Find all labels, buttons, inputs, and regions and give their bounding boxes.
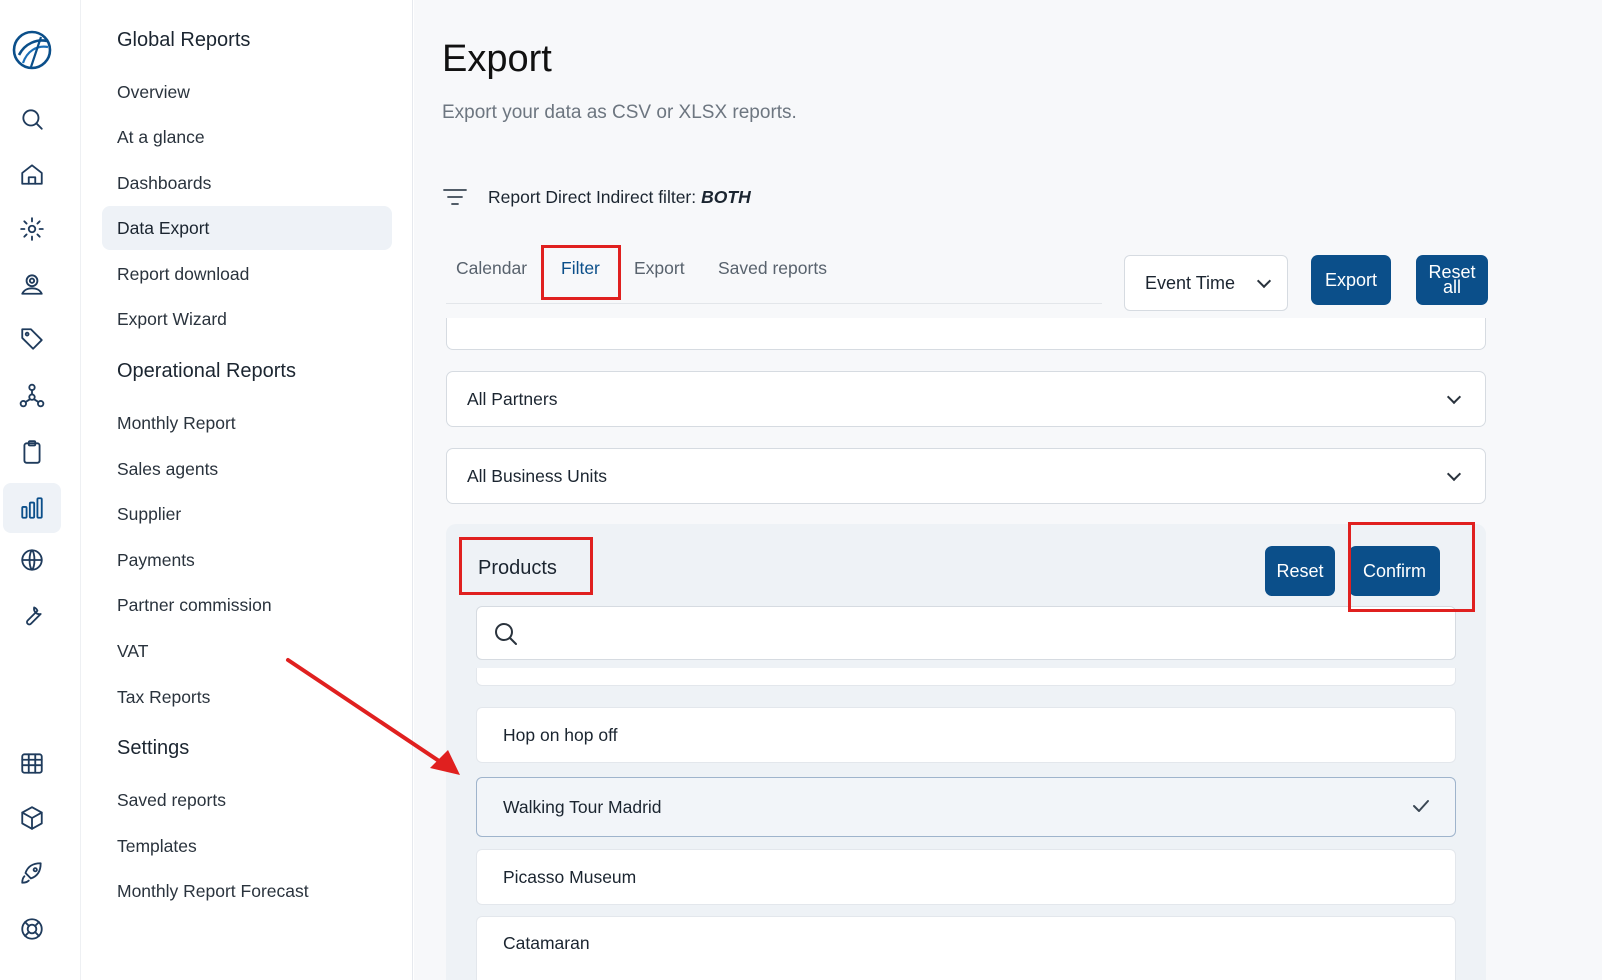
page-subtitle: Export your data as CSV or XLSX reports.	[442, 102, 797, 123]
sidebar-item-data-export[interactable]: Data Export	[102, 206, 392, 250]
logo-icon[interactable]	[11, 29, 53, 71]
export-button[interactable]: Export	[1311, 255, 1391, 305]
sidebar: Global Reports Overview At a glance Dash…	[81, 0, 413, 980]
section-operational-reports: Operational Reports	[117, 360, 296, 382]
lifebuoy-icon[interactable]	[14, 911, 50, 947]
tab-export[interactable]: Export	[634, 258, 685, 279]
app-root: Global Reports Overview At a glance Dash…	[0, 0, 1602, 980]
list-item-label: Walking Tour Madrid	[503, 796, 662, 817]
products-title: Products	[478, 557, 557, 579]
list-item-selected[interactable]: Walking Tour Madrid	[476, 777, 1456, 837]
tab-filter[interactable]: Filter	[561, 258, 600, 279]
list-item-label: Picasso Museum	[503, 866, 637, 887]
sidebar-item-monthly-report-forecast[interactable]: Monthly Report Forecast	[102, 869, 392, 913]
sidebar-item-saved-reports[interactable]: Saved reports	[102, 778, 392, 822]
sidebar-item-sales-agents[interactable]: Sales agents	[102, 447, 392, 491]
list-item-partial[interactable]	[476, 668, 1456, 686]
check-icon	[1411, 796, 1431, 816]
page-title: Export	[442, 38, 552, 80]
filter-value: BOTH	[701, 186, 751, 207]
tag-icon[interactable]	[14, 321, 50, 357]
products-panel: Products Reset Confirm Hop on hop off Wa…	[446, 524, 1486, 980]
chevron-down-icon	[1446, 389, 1462, 405]
gear-icon[interactable]	[14, 211, 50, 247]
tab-bar: Calendar Filter Export Saved reports	[446, 250, 1102, 304]
main-content: Export Export your data as CSV or XLSX r…	[414, 0, 1602, 980]
event-time-value: Event Time	[1145, 272, 1236, 293]
home-icon[interactable]	[14, 156, 50, 192]
list-item[interactable]: Catamaran	[476, 916, 1456, 980]
section-settings: Settings	[117, 737, 190, 759]
calendar-grid-icon[interactable]	[14, 745, 50, 781]
direct-indirect-filter[interactable]: Report Direct Indirect filter: BOTH	[442, 186, 751, 208]
chevron-down-icon	[1446, 466, 1462, 482]
sidebar-item-report-download[interactable]: Report download	[102, 252, 392, 296]
search-icon	[495, 623, 517, 645]
list-item-label: Hop on hop off	[503, 724, 618, 745]
sidebar-item-monthly-report[interactable]: Monthly Report	[102, 401, 392, 445]
sidebar-item-at-a-glance[interactable]: At a glance	[102, 115, 392, 159]
list-item[interactable]: Hop on hop off	[476, 707, 1456, 763]
clipboard-icon[interactable]	[14, 434, 50, 470]
bar-chart-icon[interactable]	[3, 483, 61, 533]
user-pin-icon[interactable]	[14, 266, 50, 302]
annotation-arrow	[286, 658, 460, 775]
globe-icon[interactable]	[14, 542, 50, 578]
event-time-select[interactable]: Event Time	[1124, 255, 1288, 311]
wrench-icon[interactable]	[14, 596, 50, 632]
sidebar-item-export-wizard[interactable]: Export Wizard	[102, 297, 392, 341]
reset-all-line2: all	[1442, 277, 1461, 297]
tab-saved-reports[interactable]: Saved reports	[718, 258, 827, 279]
business-units-value: All Business Units	[467, 465, 608, 486]
network-icon[interactable]	[14, 377, 50, 413]
sidebar-item-partner-commission[interactable]: Partner commission	[102, 583, 392, 627]
partners-select[interactable]: All Partners	[446, 371, 1486, 427]
cube-icon[interactable]	[14, 800, 50, 836]
sidebar-item-overview[interactable]: Overview	[102, 70, 392, 114]
icon-rail	[0, 0, 81, 980]
products-search-input[interactable]	[476, 606, 1456, 660]
business-units-select[interactable]: All Business Units	[446, 448, 1486, 504]
reset-all-button[interactable]: Reset all	[1416, 255, 1488, 305]
sidebar-item-dashboards[interactable]: Dashboards	[102, 161, 392, 205]
active-tab-indicator	[549, 298, 604, 300]
partners-value: All Partners	[467, 388, 558, 409]
products-confirm-button[interactable]: Confirm	[1349, 546, 1440, 596]
rocket-icon[interactable]	[14, 855, 50, 891]
filter-icon	[443, 189, 467, 205]
tab-calendar[interactable]: Calendar	[456, 258, 527, 279]
sidebar-item-payments[interactable]: Payments	[102, 538, 392, 582]
chevron-down-icon	[1256, 273, 1272, 289]
list-item-label: Catamaran	[503, 933, 590, 953]
sidebar-item-supplier[interactable]: Supplier	[102, 492, 392, 536]
section-global-reports: Global Reports	[117, 29, 251, 51]
filter-label: Report Direct Indirect filter:	[488, 186, 697, 207]
products-reset-button[interactable]: Reset	[1265, 546, 1335, 596]
list-item[interactable]: Picasso Museum	[476, 849, 1456, 905]
hidden-filter-field[interactable]	[446, 318, 1486, 350]
search-icon[interactable]	[14, 101, 50, 137]
sidebar-item-templates[interactable]: Templates	[102, 824, 392, 868]
